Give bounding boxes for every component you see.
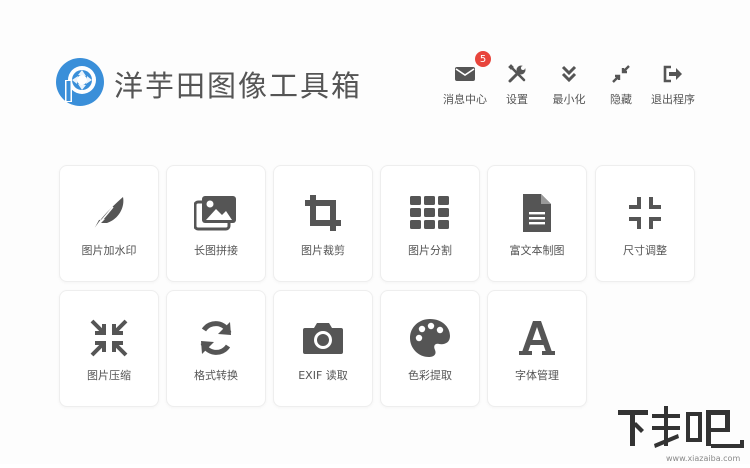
svg-text:www.xiazaiba.com: www.xiazaiba.com — [666, 454, 740, 463]
site-watermark-logo: www.xiazaiba.com — [600, 400, 750, 464]
tool-tile-exif[interactable]: EXIF 读取 — [273, 290, 373, 407]
message-center-button[interactable]: 5 消息中心 — [435, 51, 495, 108]
camera-icon — [274, 317, 372, 359]
minimize-label: 最小化 — [552, 93, 586, 106]
feather-icon — [60, 192, 158, 234]
document-icon — [488, 192, 586, 234]
tool-label: 格式转换 — [194, 369, 238, 382]
grid-icon — [381, 192, 479, 234]
font-icon — [488, 317, 586, 359]
app-title: 洋芋田图像工具箱 — [114, 69, 363, 103]
tool-tile-convert[interactable]: 格式转换 — [166, 290, 266, 407]
tool-tile-crop[interactable]: 图片裁剪 — [273, 165, 373, 282]
message-center-label: 消息中心 — [443, 93, 487, 106]
exit-label: 退出程序 — [651, 93, 695, 106]
compress-arrows-icon — [610, 63, 632, 85]
palette-icon — [381, 317, 479, 359]
tool-tile-stitch[interactable]: 长图拼接 — [166, 165, 266, 282]
tool-tile-fonts[interactable]: 字体管理 — [487, 290, 587, 407]
tool-tile-richtext[interactable]: 富文本制图 — [487, 165, 587, 282]
tool-tile-resize[interactable]: 尺寸调整 — [595, 165, 695, 282]
images-icon — [167, 192, 265, 234]
wrench-screwdriver-icon — [506, 63, 528, 85]
exit-button[interactable]: 退出程序 — [643, 60, 703, 108]
minimize-button[interactable]: 最小化 — [539, 60, 599, 108]
title-toolbar: 5 消息中心 设置 最小化 隐藏 退出程序 — [430, 51, 710, 110]
tool-tile-color-picker[interactable]: 色彩提取 — [380, 290, 480, 407]
tool-tile-watermark[interactable]: 图片加水印 — [59, 165, 159, 282]
tool-label: 图片加水印 — [81, 244, 137, 257]
settings-label: 设置 — [506, 93, 528, 106]
tool-label: 图片压缩 — [87, 369, 131, 382]
refresh-icon — [167, 317, 265, 359]
double-chevron-down-icon — [558, 63, 580, 85]
tool-label: 字体管理 — [515, 369, 559, 382]
hide-label: 隐藏 — [610, 93, 632, 106]
tool-label: 长图拼接 — [194, 244, 238, 257]
crop-icon — [274, 192, 372, 234]
tool-label: 图片分割 — [408, 244, 452, 257]
compress-corners-icon — [596, 192, 694, 234]
sign-out-icon — [662, 63, 684, 85]
app-window: 洋芋田图像工具箱 5 消息中心 设置 最小化 隐藏 退出程序 图片加水印 长图拼… — [0, 0, 750, 464]
tool-tile-split[interactable]: 图片分割 — [380, 165, 480, 282]
tool-tile-compress[interactable]: 图片压缩 — [59, 290, 159, 407]
tool-label: 色彩提取 — [408, 369, 452, 382]
settings-button[interactable]: 设置 — [487, 60, 547, 108]
tool-label: EXIF 读取 — [298, 369, 348, 382]
hide-button[interactable]: 隐藏 — [591, 60, 651, 108]
tool-label: 尺寸调整 — [623, 244, 667, 257]
compress-arrows-icon — [60, 317, 158, 359]
tool-label: 富文本制图 — [509, 244, 565, 257]
envelope-icon — [454, 63, 476, 85]
app-logo-icon — [55, 57, 105, 107]
tool-label: 图片裁剪 — [301, 244, 345, 257]
